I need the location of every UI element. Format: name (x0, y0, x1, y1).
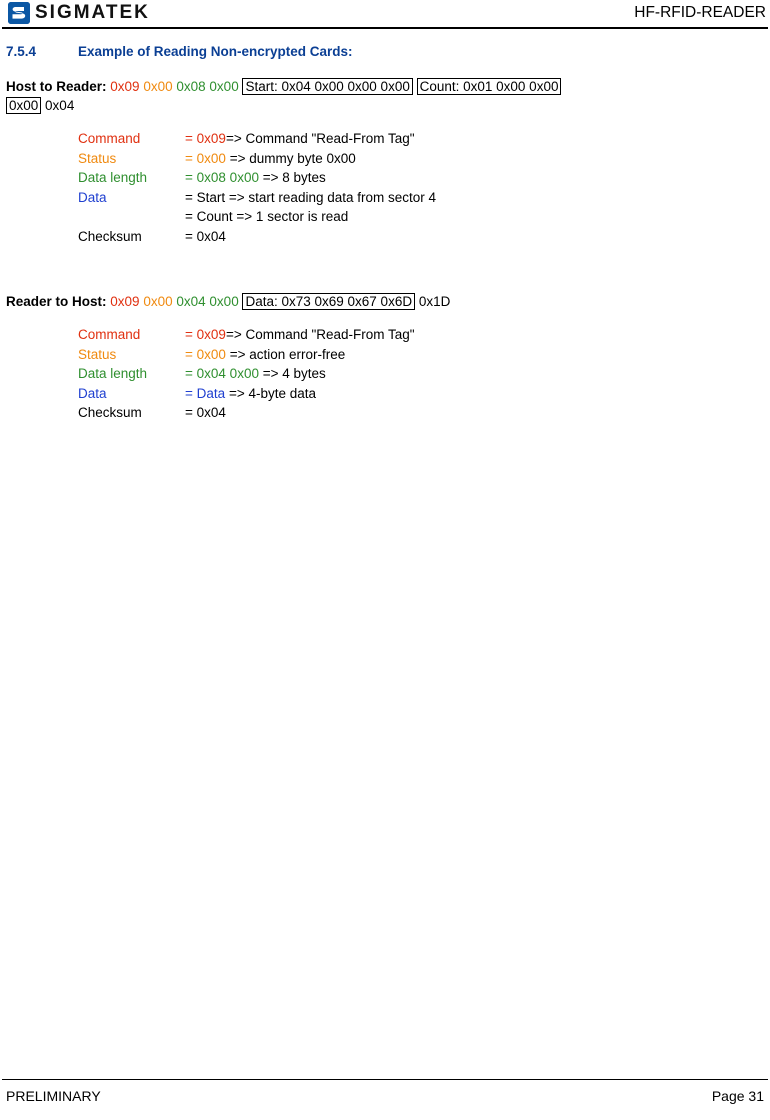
detail-hex: 0x09 (196, 131, 226, 146)
detail-rest: => 4-byte data (225, 385, 317, 401)
detail-value: = 0x00 => dummy byte 0x00 (185, 149, 436, 169)
footer-status: PRELIMINARY (6, 1088, 101, 1104)
htr-byte-len-hi: 0x00 (209, 79, 239, 94)
detail-value: = 0x09=> Command "Read-From Tag" (185, 325, 415, 345)
section-heading: 7.5.4 Example of Reading Non-encrypted C… (6, 44, 766, 59)
detail-rest: => Command "Read-From Tag" (225, 327, 415, 342)
detail-key: Data (78, 189, 107, 205)
detail-eq: = (185, 131, 193, 146)
detail-value: = 0x09=> Command "Read-From Tag" (185, 129, 436, 149)
detail-value: = 0x00 => action error-free (185, 345, 415, 365)
detail-value: = Data => 4-byte data (185, 384, 415, 404)
detail-rest: => 8 bytes (258, 170, 326, 185)
detail-eq: = (185, 327, 193, 342)
brand-name: SIGMATEK (35, 2, 150, 23)
detail-eq: = (185, 385, 193, 401)
detail-key: Checksum (78, 228, 142, 244)
detail-eq: = (185, 170, 193, 185)
detail-rest: Start => start reading data from sector … (192, 189, 437, 205)
detail-eq: = (185, 189, 193, 205)
detail-value: = Start => start reading data from secto… (185, 188, 436, 208)
detail-value: = 0x04 (185, 227, 436, 247)
detail-eq: = (185, 209, 193, 224)
detail-hex: 0x09 (196, 327, 226, 342)
detail-row: Command = 0x09=> Command "Read-From Tag" (78, 129, 436, 149)
detail-key: Checksum (78, 405, 142, 420)
detail-eq: = (185, 228, 193, 244)
detail-key: Data length (78, 170, 148, 185)
htr-box-start: Start: 0x04 0x00 0x00 0x00 (242, 78, 413, 95)
detail-row: Status = 0x00 => dummy byte 0x00 (78, 149, 436, 169)
footer-page-number: Page 31 (711, 1088, 764, 1104)
detail-rest: 0x04 (192, 228, 226, 244)
reader-to-host-frame: Reader to Host: 0x09 0x00 0x04 0x00 Data… (6, 292, 766, 311)
detail-rest: => 4 bytes (258, 366, 326, 381)
detail-row: Data = Start => start reading data from … (78, 188, 436, 208)
reader-to-host-detail: Command = 0x09=> Command "Read-From Tag"… (78, 325, 415, 423)
detail-key: Command (78, 327, 141, 342)
rth-byte-status: 0x00 (143, 294, 173, 309)
brand-logo: SIGMATEK (8, 2, 150, 24)
section-number: 7.5.4 (6, 44, 37, 59)
header-divider (2, 27, 768, 29)
footer-divider (2, 1078, 768, 1080)
htr-checksum: 0x04 (45, 98, 75, 113)
rth-byte-len-hi: 0x00 (209, 294, 239, 309)
detail-eq: = (185, 346, 193, 362)
detail-hex: 0x00 (196, 346, 226, 362)
htr-byte-len-lo: 0x08 (176, 79, 206, 94)
detail-value: = 0x04 (185, 403, 415, 423)
detail-key: Status (78, 346, 117, 362)
page-header: SIGMATEK HF-RFID-READER (0, 0, 770, 32)
htr-box-count-cont: 0x00 (6, 97, 42, 114)
detail-eq: = (185, 405, 193, 420)
detail-row: Status = 0x00 => action error-free (78, 345, 415, 365)
rth-byte-len-lo: 0x04 (176, 294, 206, 309)
detail-key: Data length (78, 366, 148, 381)
detail-row: Checksum = 0x04 (78, 227, 436, 247)
host-to-reader-frame: Host to Reader: 0x09 0x00 0x08 0x00 Star… (6, 77, 766, 115)
section-title: Example of Reading Non-encrypted Cards: (78, 44, 353, 59)
detail-rest: => Command "Read-From Tag" (225, 131, 415, 146)
detail-value: = Count => 1 sector is read (185, 207, 436, 227)
host-to-reader-detail: Command = 0x09=> Command "Read-From Tag"… (78, 129, 436, 246)
rth-box-data: Data: 0x73 0x69 0x67 0x6D (242, 293, 416, 310)
sigmatek-s-logo-icon (8, 2, 30, 24)
detail-eq: = (185, 150, 193, 166)
detail-row: Data length = 0x08 0x00 => 8 bytes (78, 168, 436, 188)
detail-row: = Count => 1 sector is read (78, 207, 436, 227)
host-to-reader-label: Host to Reader: (6, 79, 107, 94)
detail-key: Status (78, 150, 117, 166)
htr-byte-command: 0x09 (110, 79, 140, 94)
detail-hex: 0x04 0x00 (196, 366, 259, 381)
detail-rest: => action error-free (225, 346, 346, 362)
detail-row: Checksum = 0x04 (78, 403, 415, 423)
rth-checksum: 0x1D (418, 294, 451, 309)
detail-eq: = (185, 366, 193, 381)
detail-row: Data = Data => 4-byte data (78, 384, 415, 404)
detail-value: = 0x08 0x00 => 8 bytes (185, 168, 436, 188)
document-title: HF-RFID-READER (634, 4, 766, 21)
detail-key: Data (78, 385, 107, 401)
reader-to-host-label: Reader to Host: (6, 294, 107, 309)
detail-rest: => dummy byte 0x00 (225, 150, 356, 166)
rth-byte-command: 0x09 (110, 294, 140, 309)
detail-key (78, 207, 185, 227)
detail-value: = 0x04 0x00 => 4 bytes (185, 364, 415, 384)
detail-row: Data length = 0x04 0x00 => 4 bytes (78, 364, 415, 384)
detail-row: Command = 0x09=> Command "Read-From Tag" (78, 325, 415, 345)
detail-hex: Data (196, 385, 226, 401)
detail-hex: 0x00 (196, 150, 226, 166)
detail-hex: 0x08 0x00 (196, 170, 259, 185)
detail-rest: Count => 1 sector is read (192, 209, 349, 224)
detail-rest: 0x04 (192, 405, 226, 420)
htr-box-count: Count: 0x01 0x00 0x00 (416, 78, 562, 95)
detail-key: Command (78, 131, 141, 146)
page-content: 7.5.4 Example of Reading Non-encrypted C… (6, 44, 766, 423)
htr-byte-status: 0x00 (143, 79, 173, 94)
